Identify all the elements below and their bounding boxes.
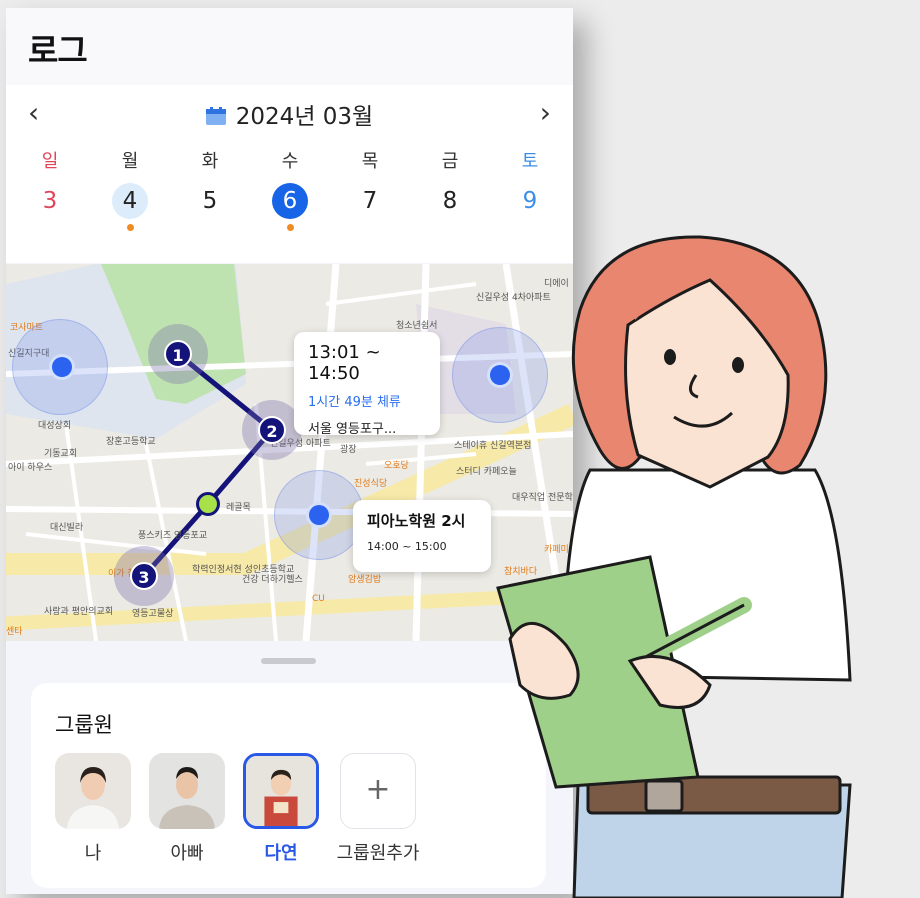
month-label: 2024년 03월	[235, 104, 374, 130]
day-number: 3	[42, 188, 58, 214]
member-name: 나	[84, 843, 102, 864]
map-label: 기동교회	[44, 449, 78, 459]
stay-place: 서울 영등포구...	[308, 422, 397, 437]
location-marker[interactable]	[49, 354, 75, 380]
avatar	[55, 753, 131, 829]
map-label: 아이 하우스	[8, 463, 53, 473]
sheet-drag-handle[interactable]	[261, 658, 316, 664]
map-label: 대성상회	[38, 421, 72, 431]
day-of-week: 일	[41, 151, 59, 172]
map-label: 광장	[340, 445, 357, 455]
map-label: 레골목	[226, 503, 251, 513]
day-number: 4	[112, 183, 148, 219]
day-wednesday[interactable]: 수 6	[270, 147, 310, 231]
day-of-week: 금	[441, 151, 459, 172]
day-of-week: 목	[361, 151, 379, 172]
chevron-right-icon[interactable]: ›	[540, 99, 551, 127]
map-label: 영등고물상	[132, 609, 174, 619]
day-of-week: 수	[281, 151, 299, 172]
month-header: 2024년 03월	[6, 97, 573, 131]
day-number: 5	[202, 188, 218, 214]
day-saturday[interactable]: 토 9	[510, 147, 550, 231]
add-member-label: 그룹원추가	[336, 843, 420, 864]
map-label: 진성식당	[354, 479, 388, 489]
map-label: 암생김밥	[348, 575, 382, 585]
location-marker[interactable]	[306, 502, 332, 528]
map-label: 청소년쉼서	[396, 321, 438, 331]
route-stop-2[interactable]: 2	[258, 416, 286, 444]
day-number: 8	[442, 188, 458, 214]
route-stop-3[interactable]: 3	[130, 562, 158, 590]
member-name: 아빠	[170, 843, 204, 864]
day-friday[interactable]: 금 8	[430, 147, 470, 231]
app-bar: 로그	[6, 8, 573, 85]
member-dayeon[interactable]: 다연	[241, 753, 321, 865]
member-me[interactable]: 나	[53, 753, 133, 865]
group-title: 그룹원	[55, 713, 113, 737]
day-number: 6	[272, 183, 308, 219]
map-label: 장훈고등학교	[106, 437, 156, 447]
event-dot	[126, 224, 134, 231]
calendar-icon	[205, 107, 226, 125]
route-stop-1[interactable]: 1	[164, 340, 192, 368]
plus-icon: +	[340, 753, 416, 829]
member-name: 다연	[264, 843, 298, 864]
day-tuesday[interactable]: 화 5	[190, 147, 230, 231]
stay-time: 13:01 ~ 14:50	[308, 342, 381, 384]
day-number: 7	[362, 188, 378, 214]
map-label: 센타	[6, 627, 23, 637]
day-of-week: 화	[201, 151, 219, 172]
stay-duration: 1시간 49분 체류	[308, 395, 401, 410]
day-row: 일 3 월 4 화 5 수 6 목 7 금 8 토 9	[30, 147, 550, 231]
avatar	[243, 753, 319, 829]
day-monday[interactable]: 월 4	[110, 147, 150, 231]
woman-with-tablet-illustration	[496, 235, 852, 898]
map-label: CU	[312, 594, 325, 604]
event-time: 14:00 ~ 15:00	[367, 540, 447, 553]
current-position-marker[interactable]	[196, 492, 220, 516]
group-members-panel: 그룹원 나 아빠 다연 + 그룹원추가	[31, 683, 546, 888]
map-label: 사랑과 평안의교회	[44, 607, 114, 617]
event-title: 피아노학원 2시	[367, 512, 466, 530]
day-number: 9	[522, 188, 538, 214]
event-dot	[286, 224, 294, 231]
page-title: 로그	[28, 31, 88, 70]
member-dad[interactable]: 아빠	[147, 753, 227, 865]
day-sunday[interactable]: 일 3	[30, 147, 70, 231]
day-of-week: 토	[521, 151, 539, 172]
map-label: 건강 더하기헬스	[242, 575, 303, 585]
map-label: 대신빌라	[50, 523, 84, 533]
map-label: 오호당	[384, 461, 409, 471]
stay-info-bubble[interactable]: 13:01 ~ 14:50 1시간 49분 체류 서울 영등포구...	[294, 332, 440, 437]
add-member-button[interactable]: + 그룹원추가	[333, 753, 423, 865]
day-thursday[interactable]: 목 7	[350, 147, 390, 231]
day-of-week: 월	[121, 151, 139, 172]
map-label: 풍스키즈 영등포교	[138, 531, 208, 541]
avatar	[149, 753, 225, 829]
